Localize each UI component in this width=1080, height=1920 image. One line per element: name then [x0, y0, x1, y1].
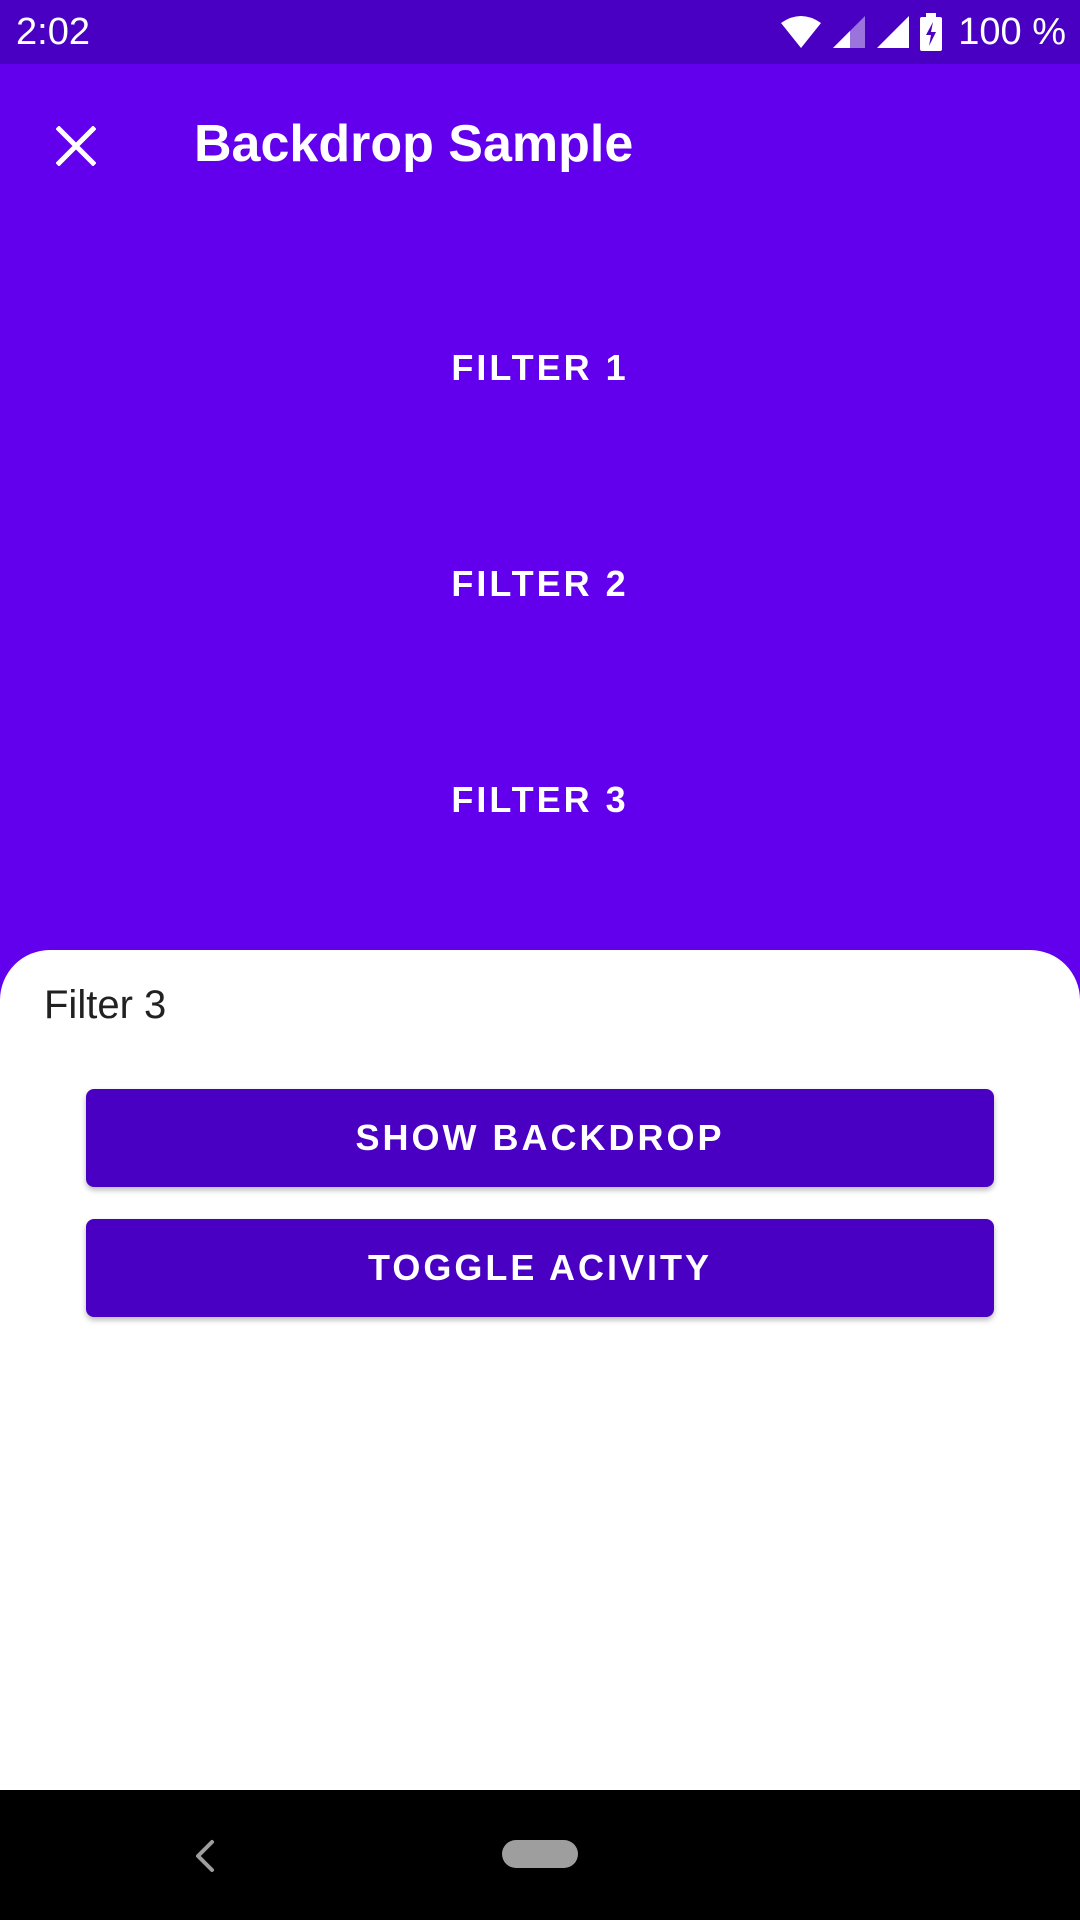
- close-icon: [56, 126, 96, 166]
- app-screen: 2:02 100 % Backdrop Sample FILTER 1 FILT…: [0, 0, 1080, 1920]
- back-icon[interactable]: [186, 1836, 226, 1876]
- filter-3-option[interactable]: FILTER 3: [0, 740, 1080, 860]
- battery-percentage: 100 %: [958, 11, 1066, 53]
- status-time: 2:02: [16, 11, 90, 53]
- front-layer-sheet: Filter 3 SHOW BACKDROP TOGGLE ACIVITY: [0, 950, 1080, 1790]
- status-icons: 100 %: [780, 10, 1066, 54]
- cell-signal-icon: [877, 16, 910, 48]
- status-bar: 2:02 100 %: [0, 0, 1080, 64]
- home-pill-icon[interactable]: [502, 1840, 578, 1868]
- close-button[interactable]: [40, 110, 112, 182]
- filter-2-option[interactable]: FILTER 2: [0, 524, 1080, 644]
- wifi-icon: [781, 16, 822, 48]
- toggle-activity-button[interactable]: TOGGLE ACIVITY: [86, 1219, 994, 1317]
- filter-1-option[interactable]: FILTER 1: [0, 308, 1080, 428]
- cell-signal-icon: [833, 16, 866, 48]
- app-title: Backdrop Sample: [194, 115, 634, 173]
- app-bar: Backdrop Sample: [0, 64, 1080, 220]
- battery-charging-icon: [920, 13, 943, 51]
- show-backdrop-button[interactable]: SHOW BACKDROP: [86, 1089, 994, 1187]
- front-layer-subtitle: Filter 3: [44, 983, 167, 1027]
- navigation-bar: [0, 1790, 1080, 1920]
